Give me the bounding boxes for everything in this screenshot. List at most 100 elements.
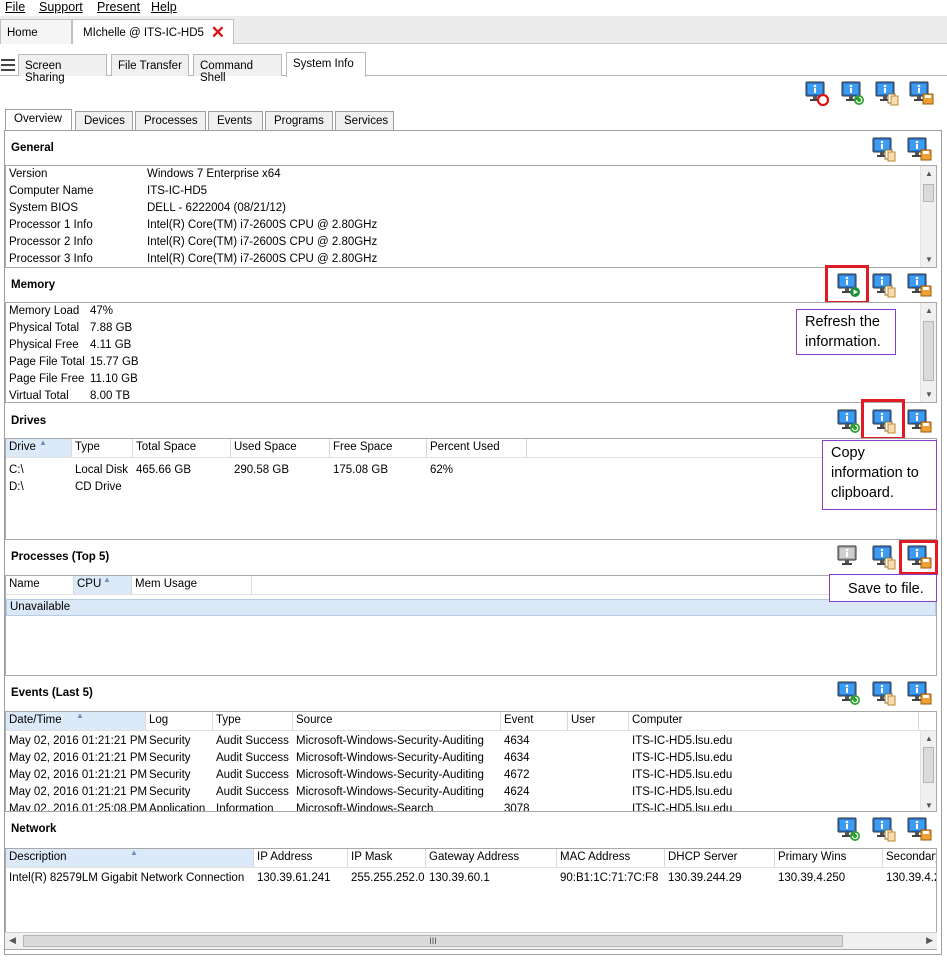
memory-save-icon[interactable] — [906, 272, 932, 298]
menu-support[interactable]: Support — [39, 0, 83, 14]
column-header[interactable]: Log — [146, 712, 213, 730]
column-header[interactable]: User — [568, 712, 629, 730]
column-header[interactable]: Date/Time ▲ — [6, 712, 146, 730]
tab-home[interactable]: Home — [0, 19, 72, 44]
column-header[interactable]: Event — [501, 712, 568, 730]
drives-refresh-icon[interactable] — [836, 408, 862, 434]
column-header[interactable]: Type — [213, 712, 293, 730]
table-row[interactable]: May 02, 2016 01:21:21 PM Security Audit Su… — [6, 769, 936, 786]
column-header[interactable]: Free Space — [330, 439, 427, 457]
save-all-icon[interactable] — [908, 80, 934, 106]
table-cell: Microsoft-Windows-Security-Auditing — [296, 769, 484, 781]
events-refresh-icon[interactable] — [836, 680, 862, 706]
close-icon[interactable]: ✕ — [211, 23, 225, 43]
column-header[interactable]: Name — [6, 576, 74, 594]
table-cell: Local Disk — [75, 464, 129, 476]
column-header[interactable]: MAC Address — [557, 849, 665, 867]
sort-arrow-icon: ▲ — [76, 711, 84, 720]
refresh-all-icon[interactable] — [840, 80, 866, 106]
column-header[interactable]: Drive ▲ — [6, 439, 72, 457]
column-header[interactable]: IP Address — [254, 849, 348, 867]
disconnect-icon[interactable] — [804, 80, 830, 107]
tab-command-shell[interactable]: Command Shell — [193, 54, 282, 84]
processes-header-row: Name CPU ▲ Mem Usage — [6, 576, 936, 595]
table-cell: Audit Success — [216, 769, 289, 781]
column-header-label: Used Space — [234, 441, 297, 453]
processes-copy-icon[interactable] — [871, 544, 897, 570]
network-horizontal-scrollbar[interactable]: ◀ III ▶ — [5, 932, 937, 949]
column-header[interactable]: Primary Wins — [775, 849, 883, 867]
table-row[interactable]: D:\ CD Drive — [6, 481, 936, 498]
menu-present[interactable]: Present — [97, 0, 140, 14]
events-save-icon[interactable] — [906, 680, 932, 706]
table-row[interactable]: May 02, 2016 01:21:21 PM Security Audit Su… — [6, 735, 936, 752]
table-cell: May 02, 2016 01:21:21 PM — [9, 786, 148, 798]
list-item[interactable]: Unavailable — [6, 599, 936, 616]
general-save-icon[interactable] — [906, 136, 932, 162]
column-header[interactable]: DHCP Server — [665, 849, 775, 867]
tab-label: Programs — [274, 115, 324, 127]
table-cell: 4634 — [504, 735, 530, 747]
drives-header-row: Drive ▲ Type Total Space Used Space Free Spac… — [6, 439, 936, 458]
info-key: Page File Total — [9, 356, 85, 368]
menu-file[interactable]: File — [5, 0, 25, 14]
table-row[interactable]: C:\ Local Disk 465.66 GB 290.58 GB 175.08 GB… — [6, 464, 936, 481]
network-save-icon[interactable] — [906, 816, 932, 842]
column-header[interactable]: CPU ▲ — [74, 576, 132, 594]
tab-services[interactable]: Services — [335, 111, 394, 131]
copy-all-icon[interactable] — [874, 80, 900, 106]
memory-copy-icon[interactable] — [871, 272, 897, 298]
tab-label: Command Shell — [200, 60, 254, 84]
tab-file-transfer[interactable]: File Transfer — [111, 54, 189, 76]
processes-refresh-icon-disabled — [836, 544, 862, 570]
drives-table: Drive ▲ Type Total Space Used Space Free Spac… — [5, 438, 937, 540]
table-row[interactable]: May 02, 2016 01:21:21 PM Security Audit Su… — [6, 752, 936, 769]
tab-system-info[interactable]: System Info — [286, 52, 366, 77]
table-row[interactable]: May 02, 2016 01:25:08 PM Application Infor… — [6, 803, 936, 812]
table-row[interactable]: May 02, 2016 01:21:21 PM Security Audit Su… — [6, 786, 936, 803]
column-header[interactable]: Percent Used — [427, 439, 527, 457]
info-value: 7.88 GB — [90, 322, 133, 334]
table-cell: Information — [216, 803, 274, 812]
general-copy-icon[interactable] — [871, 136, 897, 162]
info-key: Virtual Total — [9, 390, 69, 402]
info-value: 8.00 TB — [90, 390, 131, 402]
memory-scrollbar[interactable]: ▲ ▼ — [920, 303, 936, 402]
table-cell: 4634 — [504, 752, 530, 764]
menu-help[interactable]: Help — [151, 0, 177, 14]
column-header[interactable]: Total Space — [133, 439, 231, 457]
table-cell: ITS-IC-HD5.lsu.edu — [632, 803, 733, 812]
scroll-right-arrow-icon[interactable]: ▶ — [926, 935, 933, 946]
section-general-title: General — [11, 142, 54, 154]
column-header-label: Free Space — [333, 441, 393, 453]
column-header[interactable]: Secondary — [883, 849, 936, 867]
table-row[interactable]: Intel(R) 82579LM Gigabit Network Connect… — [6, 872, 936, 889]
tab-home-label: Home — [7, 27, 38, 39]
network-copy-icon[interactable] — [871, 816, 897, 842]
column-header-label: MAC Address — [560, 851, 631, 863]
tab-session[interactable]: MIchelle @ ITS-IC-HD5 ✕ — [72, 19, 234, 44]
network-refresh-icon[interactable] — [836, 816, 862, 842]
column-header[interactable]: Used Space — [231, 439, 330, 457]
general-scrollbar[interactable]: ▲ ▼ — [920, 166, 936, 267]
tab-processes[interactable]: Processes — [135, 111, 206, 131]
scroll-left-arrow-icon[interactable]: ◀ — [9, 935, 16, 946]
table-cell: Microsoft-Windows-Security-Auditing — [296, 786, 484, 798]
column-header[interactable]: Computer — [629, 712, 919, 730]
tab-events[interactable]: Events — [208, 111, 263, 131]
column-header[interactable]: Type — [72, 439, 133, 457]
column-header[interactable]: Gateway Address — [426, 849, 557, 867]
tab-programs[interactable]: Programs — [265, 111, 333, 131]
drives-save-icon[interactable] — [906, 408, 932, 434]
table-cell: 62% — [430, 464, 454, 476]
column-header[interactable]: IP Mask — [348, 849, 426, 867]
tab-overview[interactable]: Overview — [5, 109, 72, 131]
events-copy-icon[interactable] — [871, 680, 897, 706]
tab-screen-sharing[interactable]: Screen Sharing — [18, 54, 107, 84]
tab-devices[interactable]: Devices — [75, 111, 133, 131]
column-header[interactable]: Mem Usage — [132, 576, 252, 594]
menu-bar: File Support Present Help — [0, 0, 947, 16]
column-header[interactable]: Description ▲ — [6, 849, 254, 867]
scrollbar-thumb[interactable]: III — [23, 935, 843, 947]
column-header[interactable]: Source — [293, 712, 501, 730]
